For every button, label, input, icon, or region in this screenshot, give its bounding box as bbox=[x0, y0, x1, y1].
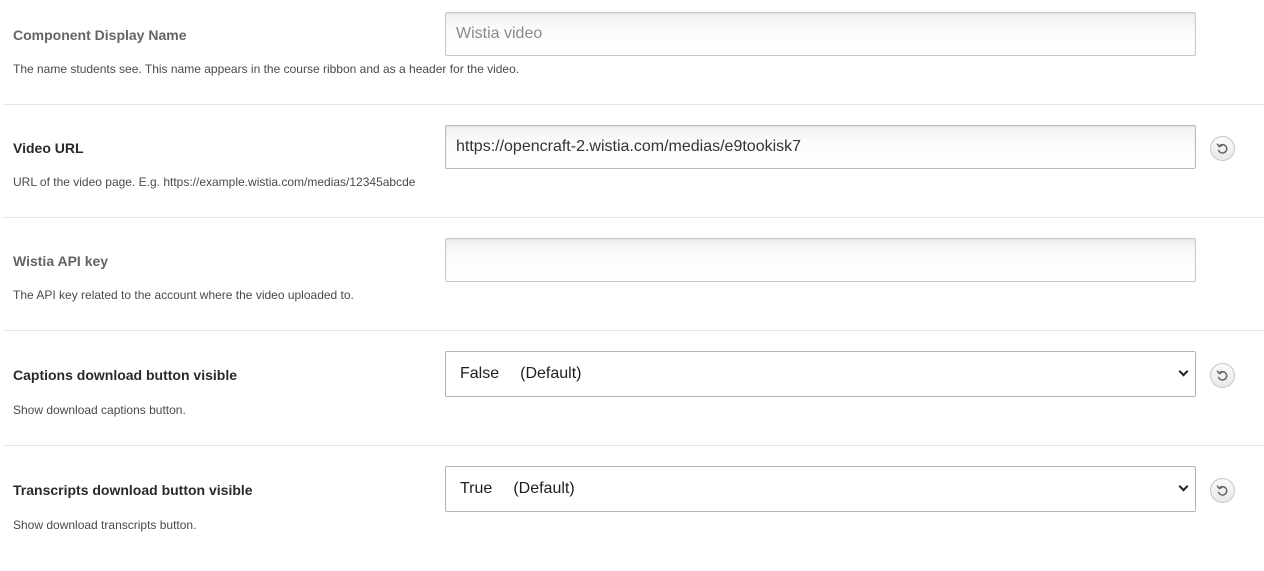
setting-row-video-url: Video URL URL of the video page. E.g. ht… bbox=[3, 105, 1264, 218]
setting-help: Show download transcripts button. bbox=[13, 518, 197, 532]
reset-captions-download-button[interactable] bbox=[1210, 363, 1235, 388]
chevron-down-icon bbox=[1178, 366, 1189, 377]
setting-help: URL of the video page. E.g. https://exam… bbox=[13, 175, 416, 189]
setting-label: Wistia API key bbox=[13, 253, 109, 269]
setting-row-captions-download: Captions download button visible False (… bbox=[3, 331, 1264, 446]
setting-row-display-name: Component Display Name The name students… bbox=[3, 0, 1264, 105]
setting-help: The API key related to the account where… bbox=[13, 288, 354, 302]
reset-video-url-button[interactable] bbox=[1210, 136, 1235, 161]
setting-label: Component Display Name bbox=[13, 27, 187, 43]
setting-help: The name students see. This name appears… bbox=[13, 62, 520, 76]
setting-label: Video URL bbox=[13, 140, 84, 156]
reset-icon bbox=[1216, 142, 1229, 155]
setting-label: Captions download button visible bbox=[13, 367, 237, 383]
video-url-input[interactable] bbox=[445, 125, 1196, 169]
transcripts-download-select[interactable]: True (Default) bbox=[445, 466, 1196, 512]
captions-download-select[interactable]: False (Default) bbox=[445, 351, 1196, 397]
select-default-note: (Default) bbox=[513, 480, 575, 497]
reset-icon bbox=[1216, 484, 1229, 497]
settings-list: Component Display Name The name students… bbox=[0, 0, 1264, 571]
reset-transcripts-download-button[interactable] bbox=[1210, 478, 1235, 503]
select-value: True bbox=[460, 480, 493, 497]
setting-label: Transcripts download button visible bbox=[13, 482, 253, 498]
setting-help: Show download captions button. bbox=[13, 403, 186, 417]
display-name-input[interactable] bbox=[445, 12, 1196, 56]
setting-row-transcripts-download: Transcripts download button visible True… bbox=[3, 446, 1264, 571]
setting-row-api-key: Wistia API key The API key related to th… bbox=[3, 218, 1264, 331]
reset-icon bbox=[1216, 369, 1229, 382]
chevron-down-icon bbox=[1178, 481, 1189, 492]
api-key-input[interactable] bbox=[445, 238, 1196, 282]
select-value: False bbox=[460, 365, 500, 382]
select-default-note: (Default) bbox=[520, 365, 582, 382]
